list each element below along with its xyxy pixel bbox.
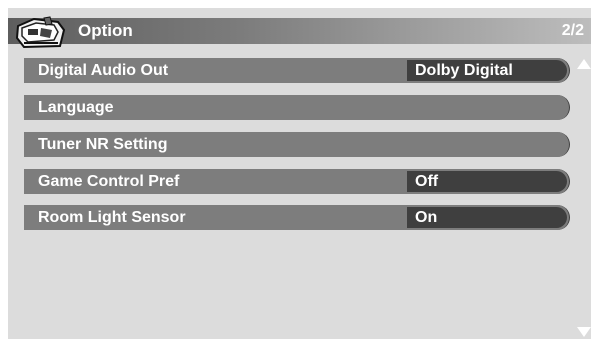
menu-item-game-control-pref[interactable]: Game Control Pref Off (24, 169, 570, 194)
menu-item-language[interactable]: Language (24, 95, 570, 120)
triangle-down-icon[interactable] (576, 326, 592, 338)
menu-item-value-text: Off (415, 173, 439, 190)
menu-item-value-text: On (415, 209, 438, 226)
menu-title: Option (78, 21, 133, 40)
menu-item-label: Game Control Pref (38, 173, 180, 190)
menu-item-value-text: Dolby Digital (415, 62, 513, 79)
menu-item-label: Language (38, 99, 114, 116)
menu-item-label: Room Light Sensor (38, 209, 186, 226)
menu-item-value[interactable]: Off (407, 171, 567, 192)
menu-item-label: Tuner NR Setting (38, 136, 168, 153)
menu-header: Option 2/2 (8, 16, 591, 49)
menu-item-digital-audio-out[interactable]: Digital Audio Out Dolby Digital (24, 58, 570, 83)
menu-item-room-light-sensor[interactable]: Room Light Sensor On (24, 205, 570, 230)
menu-item-value[interactable]: Dolby Digital (407, 60, 567, 81)
menu-item-tuner-nr-setting[interactable]: Tuner NR Setting (24, 132, 570, 157)
page-indicator: 2/2 (561, 22, 584, 39)
toolbox-icon (15, 16, 66, 49)
menu-item-value[interactable]: On (407, 207, 567, 228)
option-menu-panel: Option 2/2 Digital Audio Out Dolby Digit… (8, 8, 591, 339)
menu-item-label: Digital Audio Out (38, 62, 169, 79)
triangle-up-icon[interactable] (576, 58, 592, 70)
